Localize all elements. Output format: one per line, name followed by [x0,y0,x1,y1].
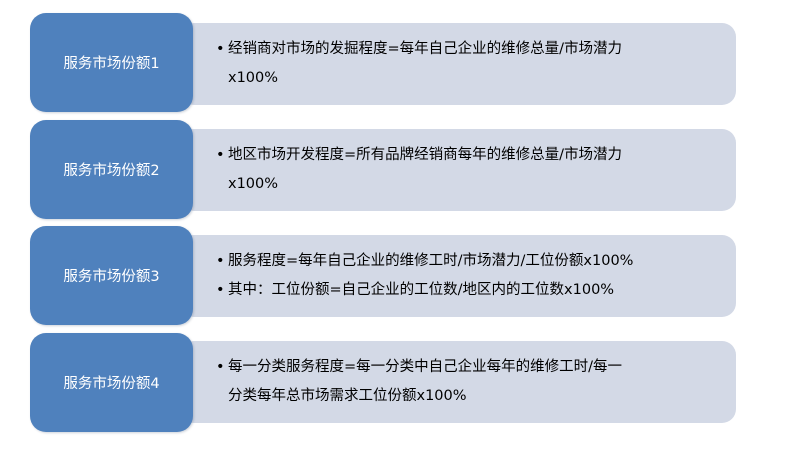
detail-line: • 其中：工位份额=自己企业的工位数/地区内的工位数x100% [216,276,720,305]
detail-line: • 地区市场开发程度=所有品牌经销商每年的维修总量/市场潜力 [216,141,720,170]
detail-line: 分类每年总市场需求工位份额x100% [228,382,720,411]
bullet-icon: • [216,359,225,375]
detail-text: 分类每年总市场需求工位份额x100% [228,388,467,404]
share-label-1: 服务市场份额1 [30,13,193,112]
detail-text: 每一分类服务程度=每一分类中自己企业每年的维修工时/每一 [228,359,623,375]
share-label-3: 服务市场份额3 [30,226,193,325]
bullet-icon: • [216,282,225,298]
detail-text: x100% [228,70,279,86]
detail-text: 经销商对市场的发掘程度=每年自己企业的维修总量/市场潜力 [228,41,623,57]
share-detail-3: • 服务程度=每年自己企业的维修工时/市场潜力/工位份额x100% • 其中：工… [180,235,736,317]
bullet-icon: • [216,41,225,57]
share-label-4: 服务市场份额4 [30,333,193,432]
detail-text: 其中：工位份额=自己企业的工位数/地区内的工位数x100% [228,282,615,298]
detail-line: x100% [228,170,720,199]
share-label-2: 服务市场份额2 [30,120,193,219]
bullet-icon: • [216,147,225,163]
share-label-text: 服务市场份额4 [63,376,160,392]
share-detail-2: • 地区市场开发程度=所有品牌经销商每年的维修总量/市场潜力 x100% [180,129,736,211]
share-detail-4: • 每一分类服务程度=每一分类中自己企业每年的维修工时/每一 分类每年总市场需求… [180,341,736,423]
detail-line: x100% [228,64,720,93]
share-detail-1: • 经销商对市场的发掘程度=每年自己企业的维修总量/市场潜力 x100% [180,23,736,105]
detail-line: • 经销商对市场的发掘程度=每年自己企业的维修总量/市场潜力 [216,35,720,64]
detail-text: 地区市场开发程度=所有品牌经销商每年的维修总量/市场潜力 [228,147,623,163]
share-label-text: 服务市场份额1 [63,56,160,72]
share-label-text: 服务市场份额3 [63,269,160,285]
detail-line: • 服务程度=每年自己企业的维修工时/市场潜力/工位份额x100% [216,247,720,276]
bullet-icon: • [216,253,225,269]
detail-text: x100% [228,176,279,192]
detail-line: • 每一分类服务程度=每一分类中自己企业每年的维修工时/每一 [216,353,720,382]
share-label-text: 服务市场份额2 [63,163,160,179]
detail-text: 服务程度=每年自己企业的维修工时/市场潜力/工位份额x100% [228,253,634,269]
